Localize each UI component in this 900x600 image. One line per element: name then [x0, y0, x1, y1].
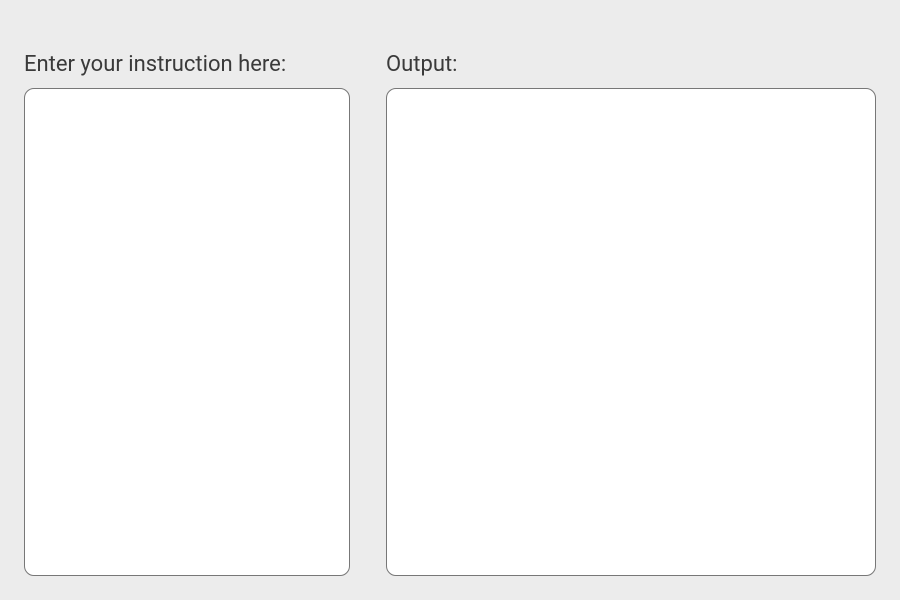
main-container: Enter your instruction here: Output:: [0, 0, 900, 600]
output-panel: Output:: [386, 52, 876, 576]
input-label: Enter your instruction here:: [24, 52, 350, 78]
output-label: Output:: [386, 52, 876, 78]
input-panel: Enter your instruction here:: [24, 52, 350, 576]
output-display: [386, 88, 876, 576]
instruction-input[interactable]: [24, 88, 350, 576]
